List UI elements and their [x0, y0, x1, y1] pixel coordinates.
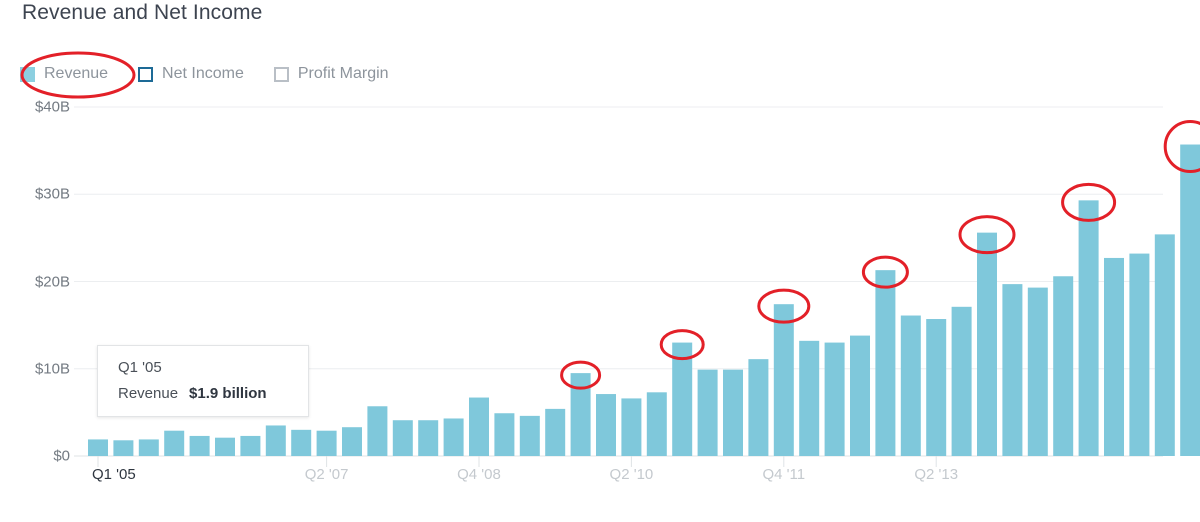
chart-x-axis: Q1 '05Q2 '07Q4 '08Q2 '10Q4 '11Q2 '13Q3 '…: [0, 0, 1200, 522]
chart-screenshot: Revenue and Net Income Revenue Net Incom…: [0, 0, 1200, 522]
x-axis-tick-label: Q2 '10: [609, 466, 654, 483]
x-axis-tick-label: Q4 '08: [457, 466, 501, 483]
tooltip-row: Revenue $1.9 billion: [118, 385, 292, 402]
x-axis-tick-label: Q2 '07: [304, 466, 349, 483]
x-axis-tick-label: Q4 '11: [762, 466, 806, 483]
x-axis-tick-label: Q2 '13: [914, 466, 959, 483]
tooltip-series-label: Revenue: [118, 385, 179, 402]
tooltip-date: Q1 '05: [118, 359, 162, 376]
chart-tooltip: Q1 '05 Revenue $1.9 billion: [97, 345, 309, 417]
tooltip-value: $1.9 billion: [189, 385, 267, 402]
x-axis-tick-label: Q1 '05: [92, 466, 136, 483]
